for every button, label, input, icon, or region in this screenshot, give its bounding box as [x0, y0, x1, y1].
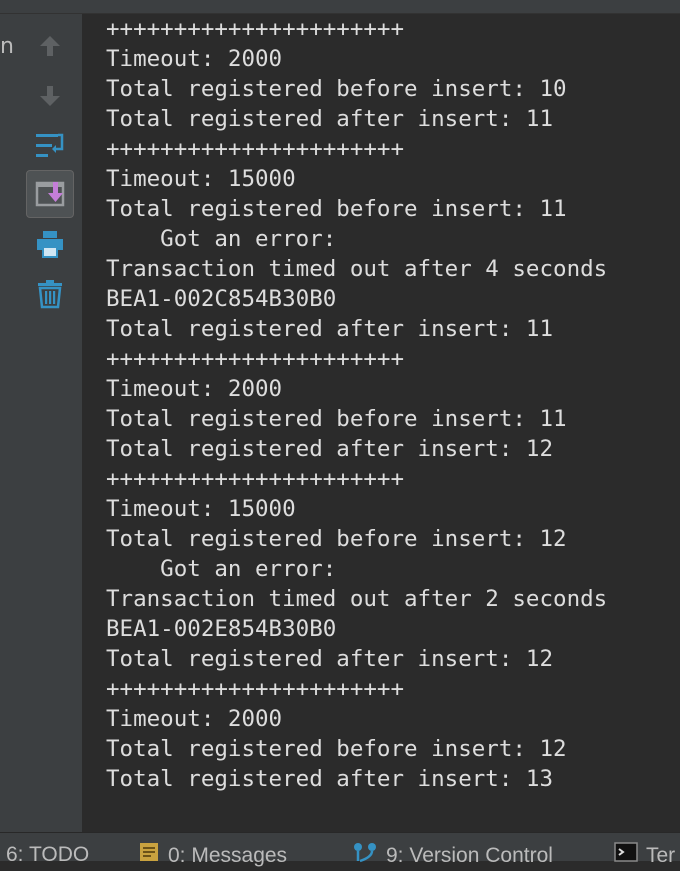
console-line: Got an error:: [106, 556, 337, 582]
console-line: ++++++++++++++++++++++: [106, 676, 405, 702]
arrow-up-icon: [40, 36, 60, 56]
terminal-tab[interactable]: Ter: [614, 841, 675, 871]
version-control-label: 9: Version Control: [386, 844, 553, 867]
trash-icon: [38, 280, 62, 309]
branch-icon: [352, 841, 378, 871]
down-button[interactable]: [26, 72, 74, 120]
print-button[interactable]: [26, 220, 74, 268]
console-line: Got an error:: [106, 226, 337, 252]
todo-label: 6: TODO: [6, 843, 90, 866]
console-line: Timeout: 15000: [106, 166, 296, 192]
console-line: Transaction timed out after 4 seconds: [106, 256, 608, 282]
console-output[interactable]: ++++++++++++++++++++++ Timeout: 2000 Total…: [83, 14, 680, 832]
clear-button[interactable]: [26, 270, 74, 318]
console-line: Total registered before insert: 10: [106, 76, 567, 102]
soft-wrap-button[interactable]: [26, 122, 74, 170]
console-line: Total registered before insert: 11: [106, 406, 567, 432]
up-button[interactable]: [26, 22, 74, 70]
terminal-icon: [614, 841, 638, 871]
console-line: BEA1-002C854B30B0: [106, 286, 337, 312]
terminal-label: Ter: [646, 844, 676, 867]
console-line: Total registered after insert: 12: [106, 646, 554, 672]
console-line: Total registered before insert: 12: [106, 526, 567, 552]
console-line: Timeout: 15000: [106, 496, 296, 522]
scroll-to-end-button[interactable]: [26, 170, 74, 218]
left-panel-fragment: n: [0, 34, 14, 59]
console-line: ++++++++++++++++++++++: [106, 346, 405, 372]
console-line: Timeout: 2000: [106, 46, 283, 72]
scroll-to-end-icon: [35, 181, 65, 207]
console-toolbar: [18, 14, 83, 832]
arrow-down-icon: [40, 86, 60, 106]
messages-label: 0: Messages: [168, 844, 288, 867]
console-lines: ++++++++++++++++++++++ Timeout: 2000 Total…: [106, 14, 607, 794]
console-line: Total registered after insert: 11: [106, 316, 554, 342]
console-line: ++++++++++++++++++++++: [106, 136, 405, 162]
console-line: Total registered before insert: 11: [106, 196, 567, 222]
console-line: BEA1-002E854B30B0: [106, 616, 337, 642]
console-line: Total registered after insert: 13: [106, 766, 554, 792]
console-line: Transaction timed out after 2 seconds: [106, 586, 608, 612]
console-line: Total registered after insert: 12: [106, 436, 554, 462]
left-panel-edge: n: [0, 14, 18, 832]
console-line: Total registered after insert: 11: [106, 106, 554, 132]
console-line: Timeout: 2000: [106, 706, 283, 732]
version-control-tab[interactable]: 9: Version Control: [352, 841, 553, 871]
console-line: Timeout: 2000: [106, 376, 283, 402]
console-line: ++++++++++++++++++++++: [106, 466, 405, 492]
status-bar: 6: TODO 0: Messages 9: Version Control T…: [0, 832, 680, 867]
messages-tab[interactable]: 0: Messages: [138, 841, 287, 871]
todo-tab[interactable]: 6: TODO: [6, 841, 89, 869]
print-icon: [37, 231, 63, 258]
soft-wrap-icon: [36, 133, 64, 157]
messages-icon: [138, 841, 160, 871]
console-line: ++++++++++++++++++++++: [106, 16, 405, 42]
console-line: Total registered before insert: 12: [106, 736, 567, 762]
window-top-strip: [0, 0, 680, 14]
